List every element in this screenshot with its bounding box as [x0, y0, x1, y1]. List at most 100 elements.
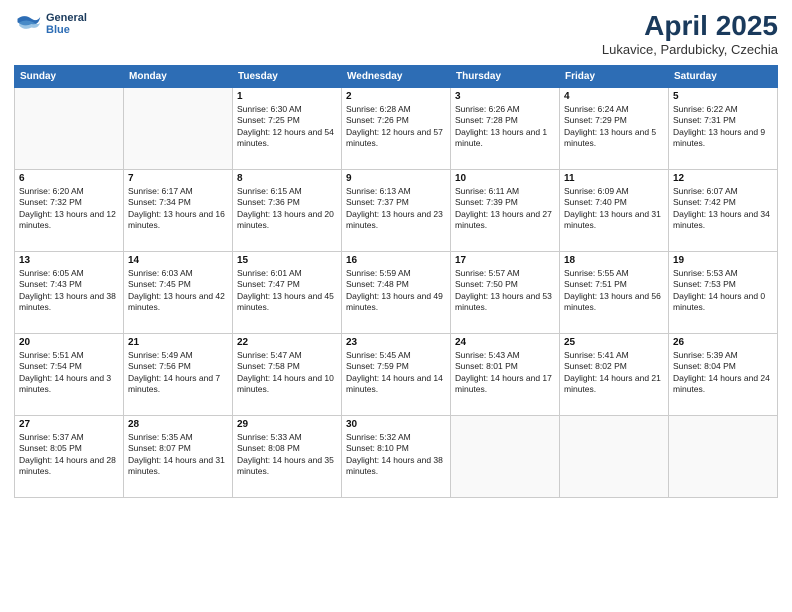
- day-number: 12: [673, 173, 773, 184]
- calendar-cell: 11Sunrise: 6:09 AM Sunset: 7:40 PM Dayli…: [560, 170, 669, 252]
- weekday-header-friday: Friday: [560, 66, 669, 88]
- day-info: Sunrise: 5:41 AM Sunset: 8:02 PM Dayligh…: [564, 350, 664, 396]
- day-number: 30: [346, 419, 446, 430]
- day-number: 11: [564, 173, 664, 184]
- day-number: 1: [237, 91, 337, 102]
- weekday-header-thursday: Thursday: [451, 66, 560, 88]
- weekday-header-tuesday: Tuesday: [233, 66, 342, 88]
- day-info: Sunrise: 5:49 AM Sunset: 7:56 PM Dayligh…: [128, 350, 228, 396]
- weekday-header-saturday: Saturday: [669, 66, 778, 88]
- month-title: April 2025: [602, 10, 778, 42]
- calendar-cell: 16 Sunrise: 5:59 AM Sunset: 7:48 PM Dayli…: [342, 252, 451, 334]
- day-info: Sunrise: 5:45 AM Sunset: 7:59 PM Dayligh…: [346, 350, 446, 396]
- day-number: 7: [128, 173, 228, 184]
- calendar-cell: 17 Sunrise: 5:57 AM Sunset: 7:50 PM Dayli…: [451, 252, 560, 334]
- calendar-cell: 18 Sunrise: 5:55 AM Sunset: 7:51 PM Dayli…: [560, 252, 669, 334]
- week-row-3: 20 Sunrise: 5:51 AM Sunset: 7:54 PM Dayli…: [15, 334, 778, 416]
- day-number: 2: [346, 91, 446, 102]
- weekday-header-monday: Monday: [124, 66, 233, 88]
- calendar-cell: 12 Sunrise: 6:07 AM Sunset: 7:42 PM Dayli…: [669, 170, 778, 252]
- calendar-cell: [15, 88, 124, 170]
- day-info: Sunrise: 6:05 AM Sunset: 7:43 PM Dayligh…: [19, 268, 119, 314]
- day-number: 27: [19, 419, 119, 430]
- day-info: Sunrise: 6:03 AM Sunset: 7:45 PM Dayligh…: [128, 268, 228, 314]
- day-info: Sunrise: 6:26 AM Sunset: 7:28 PM Dayligh…: [455, 104, 555, 150]
- weekday-header-row: SundayMondayTuesdayWednesdayThursdayFrid…: [15, 66, 778, 88]
- day-info: Sunrise: 5:55 AM Sunset: 7:51 PM Dayligh…: [564, 268, 664, 314]
- calendar-cell: 1 Sunrise: 6:30 AM Sunset: 7:25 PM Daylig…: [233, 88, 342, 170]
- day-info: Sunrise: 5:32 AM Sunset: 8:10 PM Dayligh…: [346, 432, 446, 478]
- calendar-cell: 10Sunrise: 6:11 AM Sunset: 7:39 PM Dayli…: [451, 170, 560, 252]
- day-number: 23: [346, 337, 446, 348]
- location-subtitle: Lukavice, Pardubicky, Czechia: [602, 42, 778, 57]
- day-info: Sunrise: 6:01 AM Sunset: 7:47 PM Dayligh…: [237, 268, 337, 314]
- day-number: 18: [564, 255, 664, 266]
- calendar-cell: 25 Sunrise: 5:41 AM Sunset: 8:02 PM Dayli…: [560, 334, 669, 416]
- day-number: 29: [237, 419, 337, 430]
- calendar-cell: 5 Sunrise: 6:22 AM Sunset: 7:31 PM Daylig…: [669, 88, 778, 170]
- day-info: Sunrise: 5:37 AM Sunset: 8:05 PM Dayligh…: [19, 432, 119, 478]
- calendar-cell: [560, 416, 669, 498]
- calendar-cell: 30 Sunrise: 5:32 AM Sunset: 8:10 PM Dayli…: [342, 416, 451, 498]
- calendar-cell: [669, 416, 778, 498]
- calendar-cell: 15 Sunrise: 6:01 AM Sunset: 7:47 PM Dayli…: [233, 252, 342, 334]
- day-number: 22: [237, 337, 337, 348]
- day-info: Sunrise: 6:24 AM Sunset: 7:29 PM Dayligh…: [564, 104, 664, 150]
- day-info: Sunrise: 6:22 AM Sunset: 7:31 PM Dayligh…: [673, 104, 773, 150]
- logo-text: General Blue: [46, 12, 87, 36]
- day-number: 28: [128, 419, 228, 430]
- calendar-cell: 24Sunrise: 5:43 AM Sunset: 8:01 PM Dayli…: [451, 334, 560, 416]
- calendar-cell: 3 Sunrise: 6:26 AM Sunset: 7:28 PM Daylig…: [451, 88, 560, 170]
- calendar-cell: 22 Sunrise: 5:47 AM Sunset: 7:58 PM Dayli…: [233, 334, 342, 416]
- calendar-cell: 29 Sunrise: 5:33 AM Sunset: 8:08 PM Dayli…: [233, 416, 342, 498]
- logo: General Blue: [14, 10, 87, 38]
- calendar-cell: 19 Sunrise: 5:53 AM Sunset: 7:53 PM Dayli…: [669, 252, 778, 334]
- calendar-table: SundayMondayTuesdayWednesdayThursdayFrid…: [14, 65, 778, 498]
- day-info: Sunrise: 6:11 AM Sunset: 7:39 PM Dayligh…: [455, 186, 555, 232]
- day-info: Sunrise: 5:47 AM Sunset: 7:58 PM Dayligh…: [237, 350, 337, 396]
- day-number: 25: [564, 337, 664, 348]
- day-number: 26: [673, 337, 773, 348]
- day-info: Sunrise: 6:13 AM Sunset: 7:37 PM Dayligh…: [346, 186, 446, 232]
- day-info: Sunrise: 5:59 AM Sunset: 7:48 PM Dayligh…: [346, 268, 446, 314]
- calendar-cell: 21 Sunrise: 5:49 AM Sunset: 7:56 PM Dayli…: [124, 334, 233, 416]
- day-number: 4: [564, 91, 664, 102]
- day-info: Sunrise: 6:30 AM Sunset: 7:25 PM Dayligh…: [237, 104, 337, 150]
- day-number: 3: [455, 91, 555, 102]
- day-number: 16: [346, 255, 446, 266]
- day-number: 24: [455, 337, 555, 348]
- calendar-cell: 8 Sunrise: 6:15 AM Sunset: 7:36 PM Daylig…: [233, 170, 342, 252]
- calendar-cell: 23 Sunrise: 5:45 AM Sunset: 7:59 PM Dayli…: [342, 334, 451, 416]
- page: General Blue April 2025 Lukavice, Pardub…: [0, 0, 792, 612]
- day-number: 15: [237, 255, 337, 266]
- calendar-cell: [124, 88, 233, 170]
- day-number: 21: [128, 337, 228, 348]
- calendar-cell: 14Sunrise: 6:03 AM Sunset: 7:45 PM Dayli…: [124, 252, 233, 334]
- calendar-cell: 2Sunrise: 6:28 AM Sunset: 7:26 PM Daylig…: [342, 88, 451, 170]
- logo-icon: [14, 10, 42, 38]
- calendar-cell: 28 Sunrise: 5:35 AM Sunset: 8:07 PM Dayli…: [124, 416, 233, 498]
- day-number: 8: [237, 173, 337, 184]
- day-info: Sunrise: 5:57 AM Sunset: 7:50 PM Dayligh…: [455, 268, 555, 314]
- day-number: 13: [19, 255, 119, 266]
- weekday-header-sunday: Sunday: [15, 66, 124, 88]
- day-info: Sunrise: 6:17 AM Sunset: 7:34 PM Dayligh…: [128, 186, 228, 232]
- day-info: Sunrise: 5:33 AM Sunset: 8:08 PM Dayligh…: [237, 432, 337, 478]
- calendar-cell: 26Sunrise: 5:39 AM Sunset: 8:04 PM Dayli…: [669, 334, 778, 416]
- day-number: 5: [673, 91, 773, 102]
- day-number: 6: [19, 173, 119, 184]
- header: General Blue April 2025 Lukavice, Pardub…: [14, 10, 778, 57]
- title-block: April 2025 Lukavice, Pardubicky, Czechia: [602, 10, 778, 57]
- day-info: Sunrise: 6:07 AM Sunset: 7:42 PM Dayligh…: [673, 186, 773, 232]
- week-row-1: 6Sunrise: 6:20 AM Sunset: 7:32 PM Daylig…: [15, 170, 778, 252]
- week-row-0: 1 Sunrise: 6:30 AM Sunset: 7:25 PM Daylig…: [15, 88, 778, 170]
- calendar-cell: 20 Sunrise: 5:51 AM Sunset: 7:54 PM Dayli…: [15, 334, 124, 416]
- day-info: Sunrise: 6:15 AM Sunset: 7:36 PM Dayligh…: [237, 186, 337, 232]
- day-info: Sunrise: 5:51 AM Sunset: 7:54 PM Dayligh…: [19, 350, 119, 396]
- day-number: 20: [19, 337, 119, 348]
- day-info: Sunrise: 5:53 AM Sunset: 7:53 PM Dayligh…: [673, 268, 773, 314]
- day-number: 19: [673, 255, 773, 266]
- day-info: Sunrise: 5:35 AM Sunset: 8:07 PM Dayligh…: [128, 432, 228, 478]
- calendar-cell: 7 Sunrise: 6:17 AM Sunset: 7:34 PM Daylig…: [124, 170, 233, 252]
- day-number: 17: [455, 255, 555, 266]
